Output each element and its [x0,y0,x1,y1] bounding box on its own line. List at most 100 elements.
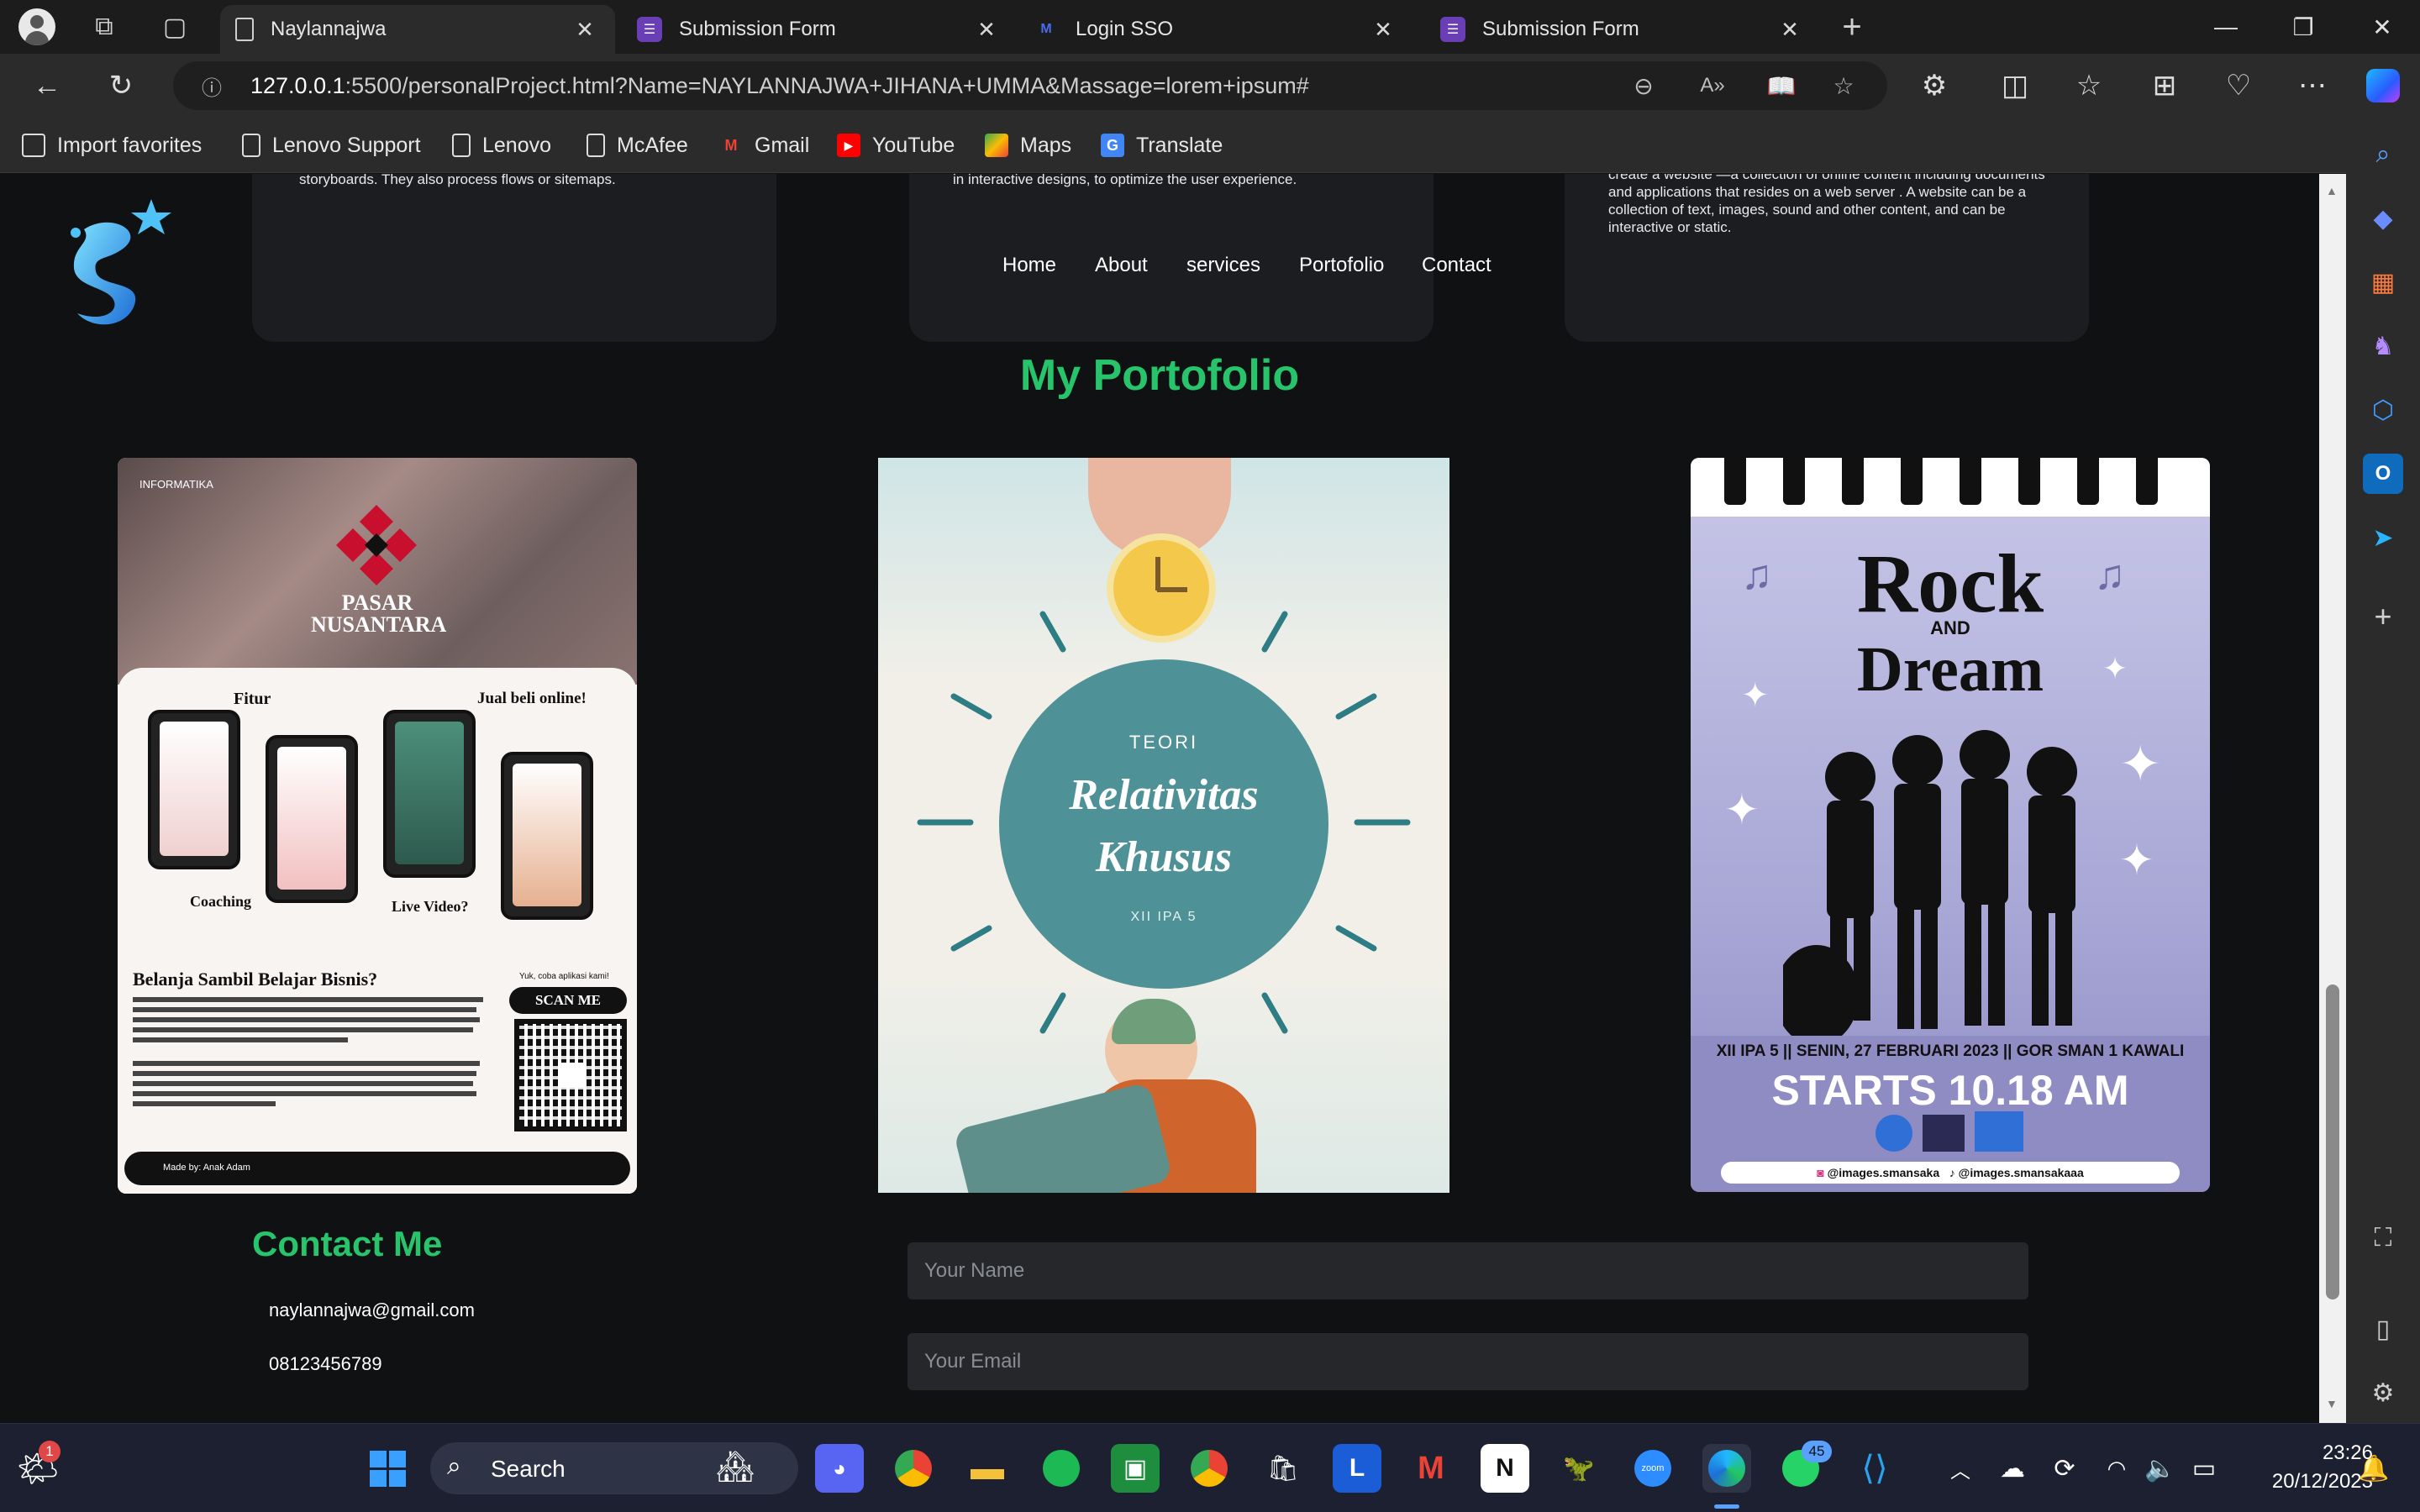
nav-about[interactable]: About [1095,254,1148,277]
chrome-icon[interactable] [889,1444,938,1493]
performance-icon[interactable]: ♡ [2215,62,2262,109]
restore-icon[interactable]: ❐ [2265,0,2341,54]
l-app-icon[interactable]: L [1333,1444,1381,1493]
chrome-profile-icon[interactable] [1185,1444,1234,1493]
jual-label: Jual beli online! [477,690,587,707]
name-input[interactable] [908,1242,2028,1299]
tab-submission-form[interactable]: ☰ Submission Form ✕ [622,5,1017,54]
tab-title: Naylannajwa [271,18,387,40]
workspaces-icon[interactable]: ⧉ [84,7,124,47]
card-text: create a website —a collection of online… [1608,174,2045,235]
battery-icon[interactable]: ▭ [2180,1444,2228,1493]
copilot-icon[interactable] [2360,62,2407,109]
favorite-mcafee[interactable]: McAfee [587,118,688,173]
new-tab-icon[interactable]: + [1832,7,1872,47]
close-tab-icon[interactable]: ✕ [971,14,1002,45]
tab-login-sso[interactable]: M Login SSO ✕ [1018,5,1413,54]
profile-icon[interactable] [17,7,57,47]
add-app-icon[interactable]: + [2363,596,2403,637]
favorites-icon[interactable]: ☆ [2065,62,2112,109]
favorite-youtube[interactable]: ▶ YouTube [837,118,955,173]
active-app-indicator [1714,1504,1739,1509]
sparkle-icon: ✦ [2119,837,2154,884]
tab-actions-icon[interactable]: ▢ [155,7,195,47]
favorite-translate[interactable]: G Translate [1101,118,1223,173]
close-window-icon[interactable]: ✕ [2344,0,2420,54]
nav-contact[interactable]: Contact [1422,254,1491,277]
back-icon[interactable]: ← [24,62,71,109]
favorite-maps[interactable]: Maps [985,118,1071,173]
nav-portofolio[interactable]: Portofolio [1299,254,1384,277]
microsoft-store-icon[interactable]: 🛍 [1259,1444,1307,1493]
email-input[interactable] [908,1333,2028,1390]
volume-icon[interactable]: 🔈 [2136,1444,2185,1493]
send-icon[interactable]: ➤ [2363,517,2403,558]
search-icon[interactable]: ⌕ [2363,134,2403,175]
tools-icon[interactable]: ▦ [2363,262,2403,302]
edge-icon[interactable] [1702,1444,1751,1493]
close-tab-icon[interactable]: ✕ [1368,14,1398,45]
discord-icon[interactable]: ◕ [815,1444,864,1493]
notifications-icon[interactable]: 🔔 [2349,1444,2398,1493]
windows-start-icon[interactable] [363,1444,412,1493]
screenshot-icon[interactable]: ⛶ [2363,1218,2403,1258]
site-logo[interactable] [59,196,176,335]
contact-email[interactable]: naylannajwa@gmail.com [269,1299,475,1321]
maps-icon [985,134,1008,157]
portfolio-pasar-nusantara[interactable]: INFORMATIKA PASAR NUSANTARA Fitur Jual b… [118,458,637,1194]
file-explorer-icon[interactable]: ▬ [963,1444,1012,1493]
vscode-icon[interactable]: ⟨⟩ [1850,1444,1899,1493]
favorite-star-icon[interactable]: ☆ [1823,66,1864,106]
show-hidden-icons[interactable]: ︿ [1936,1444,1985,1493]
favorite-import[interactable]: Import favorites [22,118,202,173]
nav-services[interactable]: services [1186,254,1260,277]
minimize-icon[interactable]: — [2188,0,2264,54]
settings-icon[interactable]: ⚙ [2363,1373,2403,1413]
scrollbar-thumb[interactable] [2326,984,2339,1299]
notion-icon[interactable]: N [1481,1444,1529,1493]
zoom-icon[interactable]: zoom [1628,1444,1677,1493]
close-tab-icon[interactable]: ✕ [570,14,600,45]
qr-code-icon [514,1019,627,1131]
classroom-icon[interactable]: ▣ [1111,1444,1160,1493]
portfolio-relativitas[interactable]: TEORI Relativitas Khusus XII IPA 5 [878,458,1449,1193]
favorite-lenovo[interactable]: Lenovo [452,118,551,173]
shopping-icon[interactable]: ◆ [2363,198,2403,239]
dino-icon[interactable]: 🦖 [1555,1444,1603,1493]
gmail-icon[interactable]: M [1407,1444,1455,1493]
contact-title: Contact Me [252,1224,443,1263]
onedrive-icon[interactable]: ☁ [1988,1444,2037,1493]
tab-naylannajwa[interactable]: Naylannajwa ✕ [220,5,615,54]
site-info-icon[interactable]: ⓘ [192,66,232,106]
zoom-out-icon[interactable]: ⊖ [1623,66,1664,106]
outlook-icon[interactable]: O [2363,454,2403,494]
favorite-gmail[interactable]: M Gmail [719,118,810,173]
address-bar[interactable]: ⓘ 127.0.0.1:5500/personalProject.html?Na… [173,61,1887,110]
close-tab-icon[interactable]: ✕ [1775,14,1805,45]
immersive-reader-icon[interactable]: 📖 [1761,66,1802,106]
piano-keys [1691,458,2210,517]
taskbar-search[interactable]: ⌕ Search 🏘 [430,1442,798,1494]
split-screen-icon[interactable]: ◫ [1991,62,2039,109]
portfolio-rock-and-dream[interactable]: ♫ ♫ Rock AND Dream ✦ ✦ ✦ ✦ ✦ XII IPA 5 |… [1691,458,2210,1192]
favorite-lenovo-support[interactable]: Lenovo Support [242,118,421,173]
copilot-m365-icon[interactable]: ⬡ [2363,390,2403,430]
extensions-icon[interactable]: ⚙ [1911,62,1958,109]
url-text[interactable]: 127.0.0.1:5500/personalProject.html?Name… [250,61,1309,110]
coaching-label: Coaching [190,893,252,910]
hide-sidebar-icon[interactable]: ▯ [2363,1309,2403,1349]
spotify-icon[interactable] [1037,1444,1086,1493]
scroll-down-icon[interactable]: ▼ [2326,1397,2339,1410]
nav-home[interactable]: Home [1002,254,1056,277]
read-aloud-icon[interactable]: A» [1692,66,1733,106]
scroll-up-icon[interactable]: ▲ [2326,184,2339,197]
tab-submission-form-2[interactable]: ☰ Submission Form ✕ [1425,5,1820,54]
games-icon[interactable]: ♞ [2363,326,2403,366]
search-label: Search [491,1456,566,1482]
page-scrollbar[interactable]: ▲ ▼ [2319,174,2346,1423]
collections-icon[interactable]: ⊞ [2141,62,2188,109]
wifi-icon[interactable]: ◠ [2092,1444,2141,1493]
refresh-icon[interactable]: ↻ [97,62,145,109]
sync-icon[interactable]: ⟳ [2040,1444,2089,1493]
more-menu-icon[interactable]: ⋯ [2289,62,2336,109]
